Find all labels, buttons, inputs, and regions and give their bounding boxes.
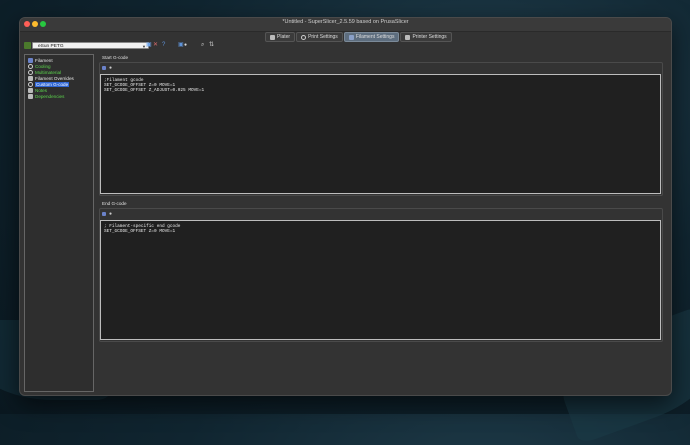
- profile-value: eSun PETG: [38, 44, 64, 49]
- end-gcode-editor[interactable]: ; Filament-specific end gcode SET_GCODE_…: [100, 220, 661, 340]
- edit-macro-icon[interactable]: [102, 66, 106, 70]
- tab-bar: Plater Print Settings Filament Settings …: [20, 32, 671, 42]
- sidebar-item-label: Filament: [35, 57, 53, 63]
- delete-icon[interactable]: ✕: [153, 42, 158, 49]
- cooling-page-icon: [28, 63, 33, 69]
- custom-gcode-page: Start G-code ● ;Filament gcode SET_GCODE…: [99, 54, 666, 390]
- tab-label: Filament Settings: [355, 34, 395, 40]
- sidebar-item-label: Custom G-code: [35, 81, 70, 87]
- multimaterial-page-icon: [28, 69, 33, 75]
- tab-label: Print Settings: [308, 34, 338, 40]
- gcode-line: SET_GCODE_OFFSET Z_ADJUST=0.025 MOVE=1: [104, 88, 205, 93]
- sidebar-item-dependencies[interactable]: Dependencies: [25, 93, 93, 99]
- start-gcode-editor[interactable]: ;Filament gcode SET_GCODE_OFFSET Z=0 MOV…: [100, 74, 661, 194]
- dependencies-page-icon: [28, 93, 33, 99]
- profile-select[interactable]: eSun PETG ▼: [32, 42, 149, 49]
- window-title: *Untitled - SuperSlicer_2.5.59 based on …: [282, 19, 409, 25]
- filament-color-icon: [24, 42, 31, 49]
- end-gcode-group: ● ; Filament-specific end gcode SET_GCOD…: [99, 208, 663, 342]
- filament-settings-icon: [348, 34, 354, 40]
- tab-label: Plater: [277, 34, 291, 40]
- settings-toolbar: eSun PETG ▼ ▣ ✕ ? ▣ ● ⌕ ⇅: [20, 41, 671, 52]
- custom-gcode-page-icon: [28, 81, 33, 87]
- sidebar-item-label: Multimaterial: [35, 69, 62, 75]
- printer-settings-icon: [405, 34, 411, 40]
- mode-dot-icon: ●: [184, 42, 188, 48]
- mode-icon[interactable]: ▣: [178, 42, 184, 49]
- help-icon[interactable]: ?: [162, 42, 165, 49]
- start-gcode-title: Start G-code: [102, 55, 129, 60]
- edit-macro-icon[interactable]: [102, 212, 106, 216]
- sidebar-item-label: Notes: [35, 87, 48, 93]
- sidebar-item-label: Cooling: [35, 63, 51, 69]
- print-settings-icon: [301, 34, 307, 40]
- save-icon[interactable]: ▣: [146, 42, 152, 49]
- start-gcode-group: ● ;Filament gcode SET_GCODE_OFFSET Z=0 M…: [99, 62, 663, 196]
- tab-label: Printer Settings: [412, 34, 447, 40]
- app-window: *Untitled - SuperSlicer_2.5.59 based on …: [19, 17, 672, 396]
- title-bar: *Untitled - SuperSlicer_2.5.59 based on …: [20, 18, 671, 32]
- filament-overrides-page-icon: [28, 75, 33, 81]
- sidebar-item-label: Filament Overrides: [35, 75, 74, 81]
- gcode-line: SET_GCODE_OFFSET Z=0 MOVE=1: [104, 229, 176, 234]
- end-gcode-title: End G-code: [102, 201, 127, 206]
- filament-page-icon: [28, 57, 33, 63]
- search-icon[interactable]: ⌕: [201, 42, 204, 49]
- plater-icon: [270, 34, 275, 40]
- notes-page-icon: [28, 87, 33, 93]
- sidebar-item-label: Dependencies: [35, 93, 65, 99]
- modified-dot-icon: ●: [109, 211, 113, 217]
- settings-page-list: Filament Cooling Multimaterial Filament …: [24, 54, 94, 392]
- modified-dot-icon: ●: [109, 65, 113, 71]
- compare-icon[interactable]: ⇅: [209, 42, 214, 49]
